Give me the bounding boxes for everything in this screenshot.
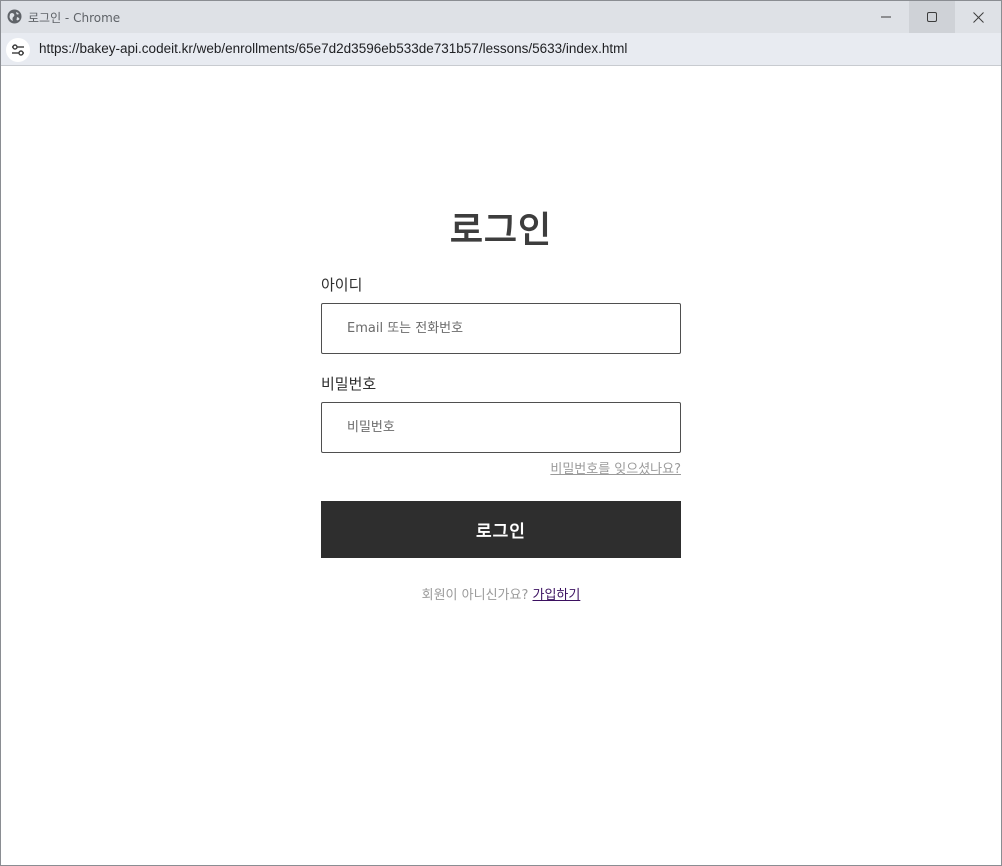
- forgot-password-link[interactable]: 비밀번호를 잊으셨나요?: [550, 458, 681, 477]
- signup-prompt: 회원이 아니신가요?: [421, 588, 529, 603]
- url-text[interactable]: https://bakey-api.codeit.kr/web/enrollme…: [39, 41, 627, 56]
- maximize-button[interactable]: [909, 1, 955, 33]
- minimize-icon: [881, 16, 891, 18]
- globe-icon: [7, 9, 22, 24]
- id-label: 아이디: [321, 276, 363, 294]
- page-title: 로그인: [449, 210, 553, 251]
- minimize-button[interactable]: [863, 1, 909, 33]
- site-info-icon: [12, 44, 24, 56]
- signup-row: 회원이 아니신가요? 가입하기: [1, 584, 1001, 603]
- password-input[interactable]: [321, 402, 681, 453]
- password-label: 비밀번호: [321, 375, 377, 393]
- maximize-icon: [927, 12, 937, 22]
- id-input[interactable]: [321, 303, 681, 354]
- browser-window: 로그인 - Chrome https://bakey-api.codeit.kr…: [0, 0, 1002, 866]
- site-info-button[interactable]: [6, 38, 30, 62]
- close-button[interactable]: [955, 1, 1001, 33]
- address-bar: https://bakey-api.codeit.kr/web/enrollme…: [1, 33, 1001, 66]
- title-bar: 로그인 - Chrome: [1, 1, 1001, 33]
- signup-link[interactable]: 가입하기: [533, 588, 581, 603]
- page-content: 로그인 아이디 비밀번호 비밀번호를 잊으셨나요? 로그인 회원이 아니신가요?…: [1, 66, 1001, 865]
- close-icon: [972, 11, 984, 23]
- login-button[interactable]: 로그인: [321, 501, 681, 558]
- window-title: 로그인 - Chrome: [28, 11, 121, 25]
